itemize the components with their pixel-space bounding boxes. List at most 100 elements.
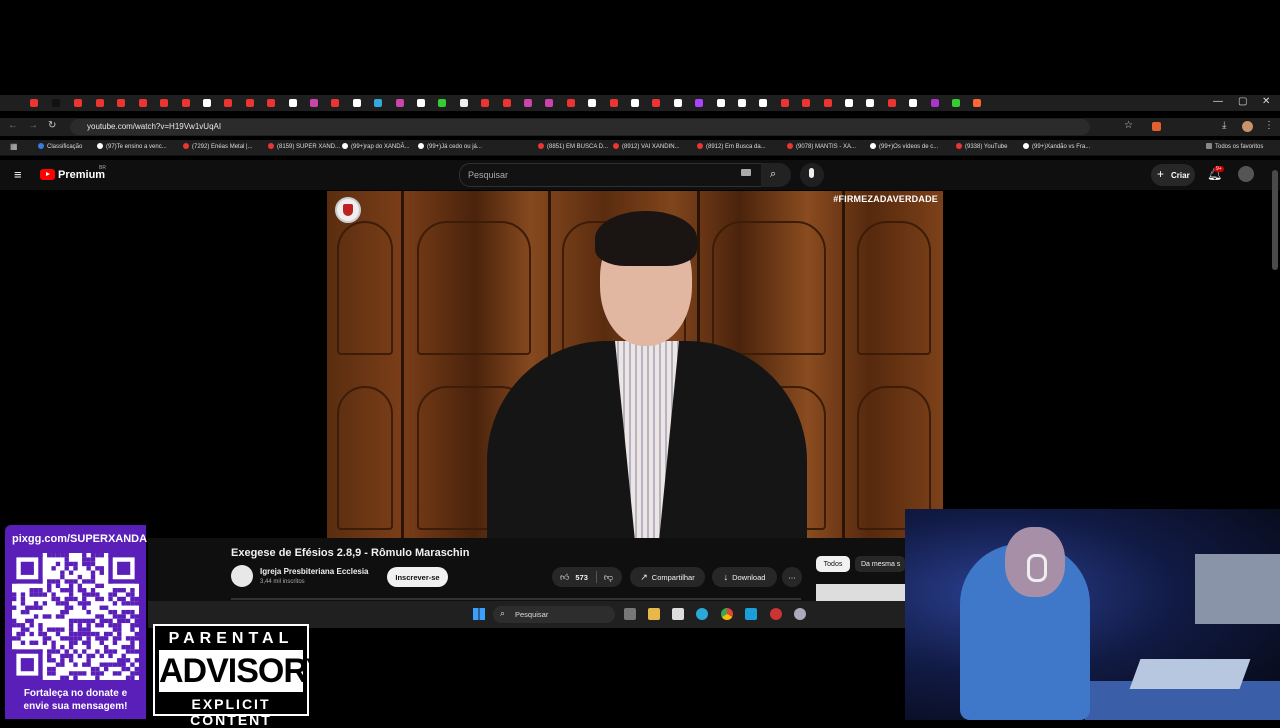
bookmark-item[interactable]: (97)Te ensino a venc... bbox=[97, 143, 167, 150]
browser-tab[interactable] bbox=[652, 99, 661, 107]
channel-avatar[interactable] bbox=[231, 565, 253, 587]
share-button[interactable]: ↗ Compartilhar bbox=[630, 567, 705, 587]
browser-tab[interactable] bbox=[566, 99, 575, 107]
recommended-video-thumbnail[interactable] bbox=[816, 584, 905, 601]
url-field[interactable]: youtube.com/watch?v=H19Vw1vUqAI bbox=[70, 119, 1090, 135]
bookmark-item[interactable]: (99+)Xandão vs Fra... bbox=[1023, 143, 1090, 150]
browser-tab[interactable] bbox=[30, 99, 38, 107]
bookmark-item[interactable]: (9078) MANTIS - XA... bbox=[787, 143, 856, 150]
task-view-icon[interactable] bbox=[624, 608, 636, 620]
back-icon[interactable]: ← bbox=[8, 120, 18, 131]
browser-tab[interactable] bbox=[973, 99, 982, 107]
settings-gear-icon[interactable] bbox=[794, 608, 806, 620]
search-button[interactable]: ⌕ bbox=[761, 163, 791, 187]
chip-all[interactable]: Todos bbox=[816, 556, 850, 572]
steam-icon[interactable] bbox=[745, 608, 757, 620]
browser-tab[interactable] bbox=[631, 99, 639, 107]
browser-tab[interactable] bbox=[802, 99, 811, 107]
browser-tab[interactable] bbox=[288, 99, 297, 107]
browser-tab[interactable] bbox=[759, 99, 768, 107]
chip-same-channel[interactable]: Da mesma s bbox=[855, 556, 905, 572]
browser-tab[interactable] bbox=[545, 99, 554, 107]
browser-tab[interactable] bbox=[117, 99, 126, 107]
browser-tab[interactable] bbox=[930, 99, 939, 107]
bookmark-item[interactable]: (9338) YouTube bbox=[956, 143, 1007, 150]
windows-start-icon[interactable] bbox=[473, 608, 485, 620]
profile-avatar[interactable] bbox=[1242, 121, 1253, 132]
browser-tab[interactable] bbox=[245, 99, 254, 107]
browser-tab[interactable] bbox=[374, 99, 383, 107]
browser-tab[interactable] bbox=[459, 99, 468, 107]
browser-tab[interactable] bbox=[716, 99, 725, 107]
channel-name[interactable]: Igreja Presbiteriana Ecclesia bbox=[260, 567, 369, 576]
youtube-search-input[interactable]: Pesquisar bbox=[459, 163, 763, 187]
page-scrollbar[interactable] bbox=[1272, 170, 1278, 270]
browser-tab[interactable] bbox=[310, 99, 318, 107]
browser-tab[interactable] bbox=[502, 99, 511, 107]
browser-tab[interactable] bbox=[887, 99, 896, 107]
youtube-logo-icon[interactable] bbox=[40, 169, 55, 180]
browser-tab[interactable] bbox=[224, 99, 233, 107]
browser-tab[interactable] bbox=[438, 99, 447, 107]
extension-icon[interactable] bbox=[1152, 122, 1161, 131]
close-window-icon[interactable]: ✕ bbox=[1262, 96, 1270, 107]
store-icon[interactable] bbox=[672, 608, 684, 620]
voice-search-button[interactable] bbox=[800, 163, 824, 187]
bookmark-star-icon[interactable]: ☆ bbox=[1124, 120, 1133, 131]
bookmark-item[interactable]: (99+)rap do XANDÃ... bbox=[342, 143, 410, 150]
bookmark-item[interactable]: (8159) SUPER XAND... bbox=[268, 143, 340, 150]
download-button[interactable]: ↓ Download bbox=[712, 567, 777, 587]
bookmark-item[interactable]: (8912) Em Busca da... bbox=[697, 143, 766, 150]
browser-tab[interactable] bbox=[609, 99, 618, 107]
more-actions-button[interactable]: ⋯ bbox=[782, 567, 802, 587]
browser-tab[interactable] bbox=[160, 99, 169, 107]
browser-tab[interactable] bbox=[52, 99, 60, 107]
bookmark-item[interactable]: (8912) VAI XANDIN... bbox=[613, 143, 680, 150]
browser-tab[interactable] bbox=[74, 99, 82, 107]
browser-tab[interactable] bbox=[481, 99, 490, 107]
minimize-icon[interactable]: — bbox=[1213, 96, 1223, 107]
video-player[interactable]: #FIRMEZADAVERDADE bbox=[327, 191, 943, 538]
browser-tab[interactable] bbox=[909, 99, 918, 107]
browser-tab[interactable] bbox=[952, 99, 960, 107]
hamburger-menu-icon[interactable]: ≡ bbox=[14, 167, 22, 182]
like-count[interactable]: 573 bbox=[575, 573, 588, 582]
browser-tab[interactable] bbox=[331, 99, 340, 107]
browser-tab[interactable] bbox=[588, 99, 597, 107]
forward-icon[interactable]: → bbox=[28, 120, 38, 131]
browser-tab[interactable] bbox=[181, 99, 190, 107]
browser-tab[interactable] bbox=[417, 99, 425, 107]
browser-tab[interactable] bbox=[352, 99, 361, 107]
browser-tab[interactable] bbox=[395, 99, 404, 107]
browser-tab[interactable] bbox=[780, 99, 789, 107]
file-explorer-icon[interactable] bbox=[648, 608, 660, 620]
thumbs-up-icon[interactable]: 👍︎ bbox=[560, 572, 569, 583]
browser-tab[interactable] bbox=[673, 99, 682, 107]
browser-tab[interactable] bbox=[695, 99, 704, 107]
create-button[interactable]: + Criar bbox=[1151, 164, 1195, 186]
maximize-icon[interactable]: ▢ bbox=[1238, 96, 1247, 107]
bookmark-item[interactable]: (99+)Já cedo ou já... bbox=[418, 143, 482, 150]
browser-tab[interactable] bbox=[738, 99, 746, 107]
browser-tab[interactable] bbox=[524, 99, 532, 107]
edge-icon[interactable] bbox=[696, 608, 708, 620]
subscribe-button[interactable]: Inscrever-se bbox=[387, 567, 448, 587]
chrome-icon[interactable] bbox=[721, 608, 733, 620]
bookmark-item[interactable]: (8851) EM BUSCA D... bbox=[538, 143, 608, 150]
browser-tab[interactable] bbox=[823, 99, 832, 107]
browser-menu-icon[interactable]: ⋮ bbox=[1264, 120, 1274, 131]
download-icon[interactable]: ⤓ bbox=[1222, 120, 1226, 131]
thumbs-down-icon[interactable]: 👎︎ bbox=[604, 572, 613, 583]
bookmark-item[interactable]: Classificação bbox=[38, 143, 82, 150]
bookmark-item[interactable]: (7292) Enéas Metal |... bbox=[183, 143, 253, 150]
taskbar-search-input[interactable]: ⌕ Pesquisar bbox=[493, 606, 615, 623]
app-icon[interactable] bbox=[770, 608, 782, 620]
bookmark-item[interactable]: (99+)Os vídeos de c... bbox=[870, 143, 938, 150]
account-avatar[interactable] bbox=[1238, 166, 1254, 182]
apps-grid-icon[interactable]: ▦ bbox=[10, 142, 18, 151]
browser-tab[interactable] bbox=[138, 99, 147, 107]
keyboard-icon[interactable] bbox=[741, 169, 751, 176]
browser-tab[interactable] bbox=[866, 99, 875, 107]
browser-tab[interactable] bbox=[267, 99, 276, 107]
browser-tab[interactable] bbox=[845, 99, 853, 107]
